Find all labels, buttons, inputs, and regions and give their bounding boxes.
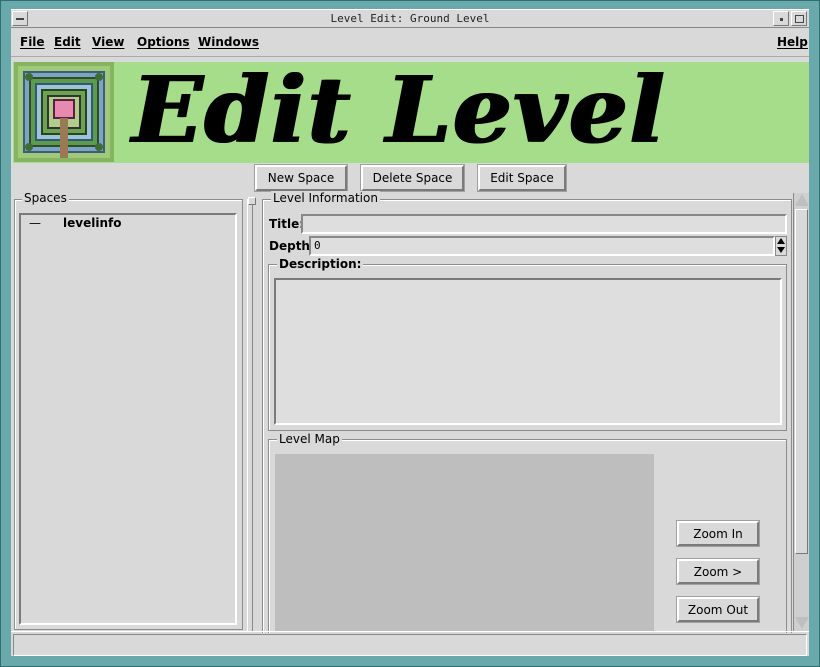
level-thumbnail-image: [14, 62, 114, 162]
menu-options[interactable]: Options: [137, 35, 190, 49]
banner: Edit Level: [13, 56, 809, 164]
zoom-in-button[interactable]: Zoom In: [677, 521, 759, 546]
menu-help[interactable]: Help: [777, 35, 808, 49]
depth-label: Depth:: [269, 239, 315, 253]
edit-space-button[interactable]: Edit Space: [478, 165, 566, 191]
window-title: Level Edit: Ground Level: [330, 12, 490, 25]
scroll-down-icon[interactable]: [795, 617, 809, 629]
status-message-area: [13, 634, 807, 656]
description-textarea[interactable]: [274, 278, 782, 425]
title-bar[interactable]: Level Edit: Ground Level: [11, 9, 809, 28]
minimize-button[interactable]: [773, 11, 789, 26]
new-space-button[interactable]: New Space: [255, 165, 347, 191]
window-frame-bottom: [1, 656, 819, 666]
level-information-label: Level Information: [271, 191, 380, 205]
minimize-icon: [780, 18, 783, 21]
splitter-handle[interactable]: [248, 197, 256, 205]
scroll-thumb[interactable]: [795, 209, 808, 554]
maximize-icon: [795, 15, 804, 23]
window-frame-left: [1, 1, 11, 666]
depth-field[interactable]: 0: [309, 236, 775, 256]
banner-heading: Edit Level: [131, 56, 666, 164]
spin-up-icon[interactable]: [777, 238, 785, 244]
zoom-out-button[interactable]: Zoom Out: [677, 597, 759, 622]
menu-edit[interactable]: Edit: [54, 35, 81, 49]
scroll-up-icon[interactable]: [795, 194, 809, 206]
zoom-more-button[interactable]: Zoom >: [677, 559, 759, 584]
level-map-canvas[interactable]: [275, 454, 654, 631]
spaces-label: Spaces: [22, 191, 69, 205]
title-field[interactable]: [301, 214, 787, 234]
spaces-tree[interactable]: — levelinfo: [19, 213, 237, 625]
tree-item-levelinfo[interactable]: levelinfo: [63, 216, 121, 230]
vertical-scrollbar[interactable]: [793, 193, 809, 631]
delete-space-button[interactable]: Delete Space: [361, 165, 464, 191]
description-label: Description:: [277, 257, 364, 271]
level-map-label: Level Map: [277, 432, 342, 446]
window-frame-right: [809, 1, 819, 666]
depth-spinner[interactable]: [775, 236, 787, 256]
menu-view[interactable]: View: [92, 35, 124, 49]
menu-windows[interactable]: Windows: [198, 35, 259, 49]
menu-bar: File Edit View Options Windows Help: [11, 29, 809, 57]
maximize-button[interactable]: [791, 11, 807, 26]
pane-splitter[interactable]: [247, 199, 253, 631]
spin-down-icon[interactable]: [777, 247, 785, 253]
menu-file[interactable]: File: [20, 35, 45, 49]
title-label: Title:: [269, 217, 305, 231]
window-frame: [1, 1, 819, 9]
tree-item-marker: —: [29, 216, 41, 230]
level-edit-window: Level Edit: Ground Level File Edit View …: [0, 0, 820, 667]
status-bar: [11, 631, 809, 657]
